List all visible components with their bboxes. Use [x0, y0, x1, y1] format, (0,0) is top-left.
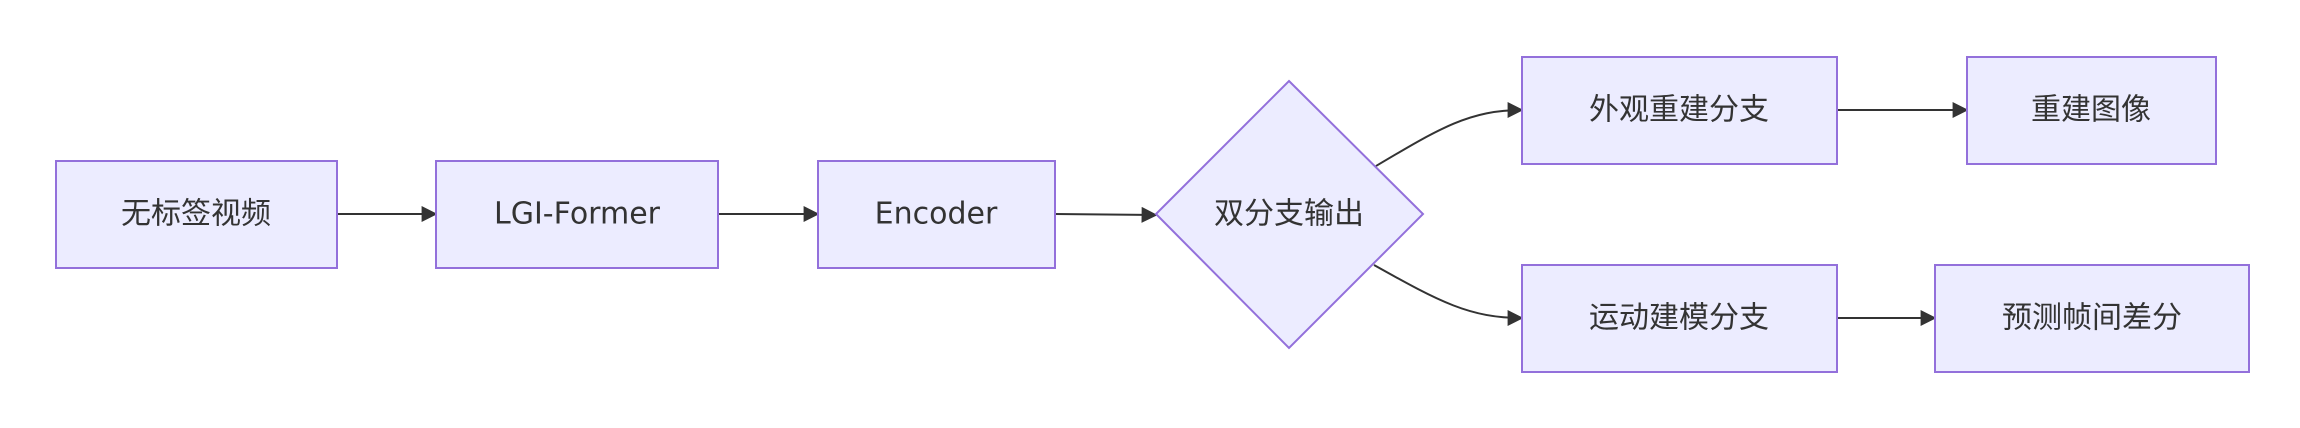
node-motion-branch-label: 运动建模分支 [1589, 301, 1769, 336]
node-appearance-branch: 外观重建分支 [1521, 56, 1838, 165]
node-lgi-former-label: LGI-Former [494, 197, 661, 232]
node-appearance-branch-label: 外观重建分支 [1589, 93, 1769, 128]
node-encoder: Encoder [817, 160, 1056, 269]
edge-encoder-to-decision [1054, 206, 1158, 223]
node-frame-difference: 预测帧间差分 [1934, 264, 2250, 373]
node-decision-label: 双分支输出 [1214, 197, 1364, 232]
edge-decision-to-motion [1373, 264, 1524, 326]
edge-decision-to-appearance [1375, 102, 1524, 167]
node-decision: 双分支输出 [1154, 79, 1425, 350]
node-reconstructed-image-label: 重建图像 [2031, 93, 2151, 128]
node-input-label: 无标签视频 [121, 197, 271, 232]
node-lgi-former: LGI-Former [435, 160, 719, 269]
node-input: 无标签视频 [55, 160, 338, 269]
flowchart-canvas: 无标签视频 LGI-Former Encoder 双分支输出 外观重建分支 重建… [55, 56, 2250, 373]
node-motion-branch: 运动建模分支 [1521, 264, 1838, 373]
node-frame-difference-label: 预测帧间差分 [2002, 301, 2182, 336]
node-encoder-label: Encoder [875, 197, 998, 232]
node-reconstructed-image: 重建图像 [1966, 56, 2217, 165]
